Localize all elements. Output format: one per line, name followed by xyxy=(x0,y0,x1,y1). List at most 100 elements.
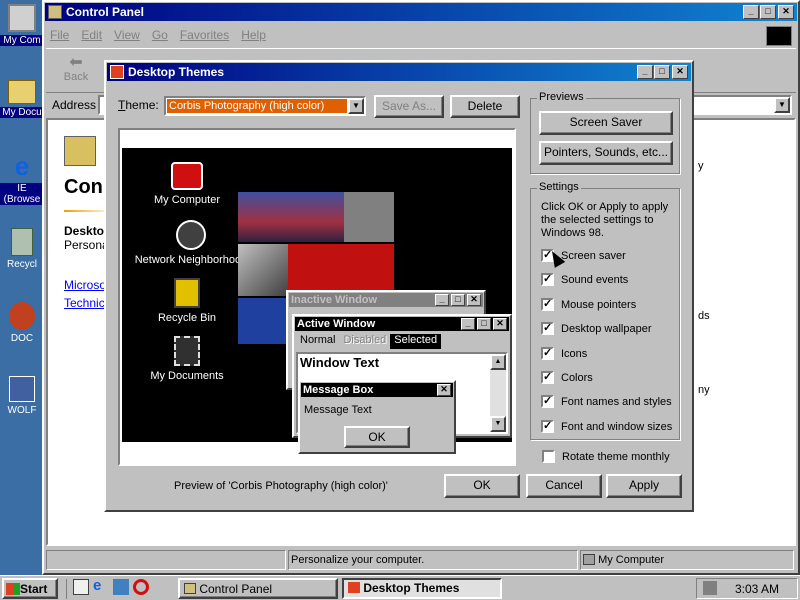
clock[interactable]: 3:03 AM xyxy=(735,582,779,596)
preview-icon-recycle-bin: Recycle Bin xyxy=(142,278,232,324)
control-panel-big-icon xyxy=(64,136,96,166)
content-heading: Con xyxy=(64,176,103,198)
task-control-panel[interactable]: Control Panel xyxy=(178,578,338,599)
menu-edit[interactable]: Edit xyxy=(81,28,102,46)
apply-button[interactable]: Apply xyxy=(606,474,682,498)
link-microsoft[interactable]: Microso xyxy=(64,278,106,292)
minimize-button[interactable]: _ xyxy=(743,5,759,19)
setting-row[interactable]: ✓ Desktop wallpaper xyxy=(541,322,679,346)
show-desktop-icon[interactable] xyxy=(73,579,89,595)
control-panel-task-icon xyxy=(184,583,196,594)
control-panel-icon xyxy=(48,5,62,19)
link-technical[interactable]: Technic xyxy=(64,296,105,310)
ie-launch-icon[interactable]: e xyxy=(93,578,109,595)
back-button[interactable]: ⬅ Back xyxy=(58,55,94,84)
setting-row[interactable]: ✓ Mouse pointers xyxy=(541,297,679,322)
desktop-icon-ie[interactable]: e IE (Browse xyxy=(0,152,44,205)
desktop-icon-my-documents[interactable]: My Docu xyxy=(0,80,44,118)
setting-label[interactable]: Font names and styles xyxy=(561,396,672,408)
theme-select[interactable]: Corbis Photography (high color) ▼ xyxy=(164,96,366,116)
start-button[interactable]: Start xyxy=(2,578,58,599)
setting-checkbox[interactable]: ✓ xyxy=(541,273,554,287)
screen-saver-preview-button[interactable]: Screen Saver xyxy=(539,111,673,135)
dialog-titlebar[interactable]: Desktop Themes _ □ ✕ xyxy=(107,63,691,81)
setting-label[interactable]: Icons xyxy=(561,348,587,360)
dialog-minimize-button[interactable]: _ xyxy=(637,65,653,79)
setting-row[interactable]: ✓ Sound events xyxy=(541,273,679,297)
desktop-icon-label: My Com xyxy=(0,35,44,46)
dialog-maximize-button[interactable]: □ xyxy=(654,65,670,79)
setting-row[interactable]: ✓ Font names and styles xyxy=(541,395,679,419)
taskbar: Start e Control Panel Desktop Themes 3:0… xyxy=(0,575,800,600)
wallpaper-photo-lamp xyxy=(238,298,288,344)
desktop-icon-wolf[interactable]: WOLF xyxy=(0,376,44,416)
ie-icon: e xyxy=(14,151,30,181)
film-strip-icon xyxy=(174,336,200,366)
menu-bar: File Edit View Go Favorites Help xyxy=(50,28,266,46)
right-text-3: ny xyxy=(698,384,710,396)
setting-label[interactable]: Desktop wallpaper xyxy=(561,323,652,335)
wolf-shortcut-icon xyxy=(9,376,35,402)
setting-row[interactable]: ✓ Font and window sizes xyxy=(541,419,679,444)
setting-label[interactable]: Mouse pointers xyxy=(561,299,636,311)
pointers-sounds-button[interactable]: Pointers, Sounds, etc... xyxy=(539,141,673,165)
inactive-min-icon: _ xyxy=(435,294,449,306)
setting-checkbox[interactable]: ✓ xyxy=(541,419,554,433)
desktop-icon-recycle[interactable]: Recycl xyxy=(0,228,44,270)
delete-button[interactable]: Delete xyxy=(450,95,520,118)
preview-scrollbar: ▲ ▼ xyxy=(490,354,506,432)
setting-label[interactable]: Screen saver xyxy=(561,250,626,262)
ok-button[interactable]: OK xyxy=(444,474,520,498)
setting-label[interactable]: Sound events xyxy=(561,274,628,286)
theme-label-text: heme: xyxy=(125,98,159,112)
theme-dropdown-button[interactable]: ▼ xyxy=(348,98,364,114)
menu-normal: Normal xyxy=(300,334,336,346)
control-panel-title: Control Panel xyxy=(66,5,145,19)
preview-icon-network: Network Neighborhood xyxy=(126,220,256,266)
quick-launch: e xyxy=(66,578,170,599)
setting-checkbox[interactable]: ✓ xyxy=(541,346,554,360)
maximize-button[interactable]: □ xyxy=(760,5,776,19)
volume-tray-icon[interactable] xyxy=(703,581,717,595)
outlook-launch-icon[interactable] xyxy=(113,579,129,595)
aperture-icon xyxy=(176,220,206,250)
menu-help[interactable]: Help xyxy=(241,28,266,46)
preview-message-box: Message Box ✕ Message Text OK xyxy=(298,380,456,454)
active-menu: Normal Disabled Selected xyxy=(296,334,442,349)
windows-logo-icon xyxy=(766,26,792,46)
save-as-button[interactable]: Save As... xyxy=(374,95,444,118)
preview-icon-my-documents: My Documents xyxy=(142,336,232,382)
desc-sub: Persona xyxy=(64,238,109,252)
desktop-icon-doc[interactable]: DOC xyxy=(0,302,44,344)
task-desktop-themes[interactable]: Desktop Themes xyxy=(342,578,502,599)
menu-file[interactable]: File xyxy=(50,28,69,46)
message-text: Message Text xyxy=(304,404,372,416)
status-main: Personalize your computer. xyxy=(288,550,578,570)
setting-checkbox[interactable]: ✓ xyxy=(541,297,554,311)
scroll-up-icon: ▲ xyxy=(490,354,506,370)
menu-view[interactable]: View xyxy=(114,28,140,46)
dialog-close-button[interactable]: ✕ xyxy=(672,65,688,79)
menu-favorites[interactable]: Favorites xyxy=(180,28,229,46)
setting-row[interactable]: ✓ Colors xyxy=(541,370,679,395)
setting-label[interactable]: Colors xyxy=(561,372,593,384)
desktop-icon-my-computer[interactable]: My Com xyxy=(0,4,44,46)
start-label: Start xyxy=(20,582,48,596)
setting-checkbox[interactable]: ✓ xyxy=(541,370,554,384)
settings-group: Settings Click OK or Apply to apply the … xyxy=(530,181,680,440)
rotate-theme-label[interactable]: Rotate theme monthly xyxy=(562,451,670,463)
address-dropdown-button[interactable]: ▼ xyxy=(774,97,790,113)
rotate-theme-checkbox[interactable] xyxy=(542,450,555,463)
wallpaper-photo-mountains xyxy=(238,192,344,242)
active-max-icon: □ xyxy=(477,318,491,330)
setting-checkbox[interactable]: ✓ xyxy=(541,395,554,409)
setting-row[interactable]: ✓ Icons xyxy=(541,346,679,371)
opera-launch-icon[interactable] xyxy=(133,579,149,595)
menu-go[interactable]: Go xyxy=(152,28,168,46)
active-title: Active Window xyxy=(297,318,376,330)
setting-label[interactable]: Font and window sizes xyxy=(561,421,672,433)
setting-checkbox[interactable]: ✓ xyxy=(541,322,554,336)
control-panel-titlebar[interactable]: Control Panel _ □ ✕ xyxy=(45,3,797,21)
cancel-button[interactable]: Cancel xyxy=(526,474,602,498)
close-button[interactable]: ✕ xyxy=(778,5,794,19)
